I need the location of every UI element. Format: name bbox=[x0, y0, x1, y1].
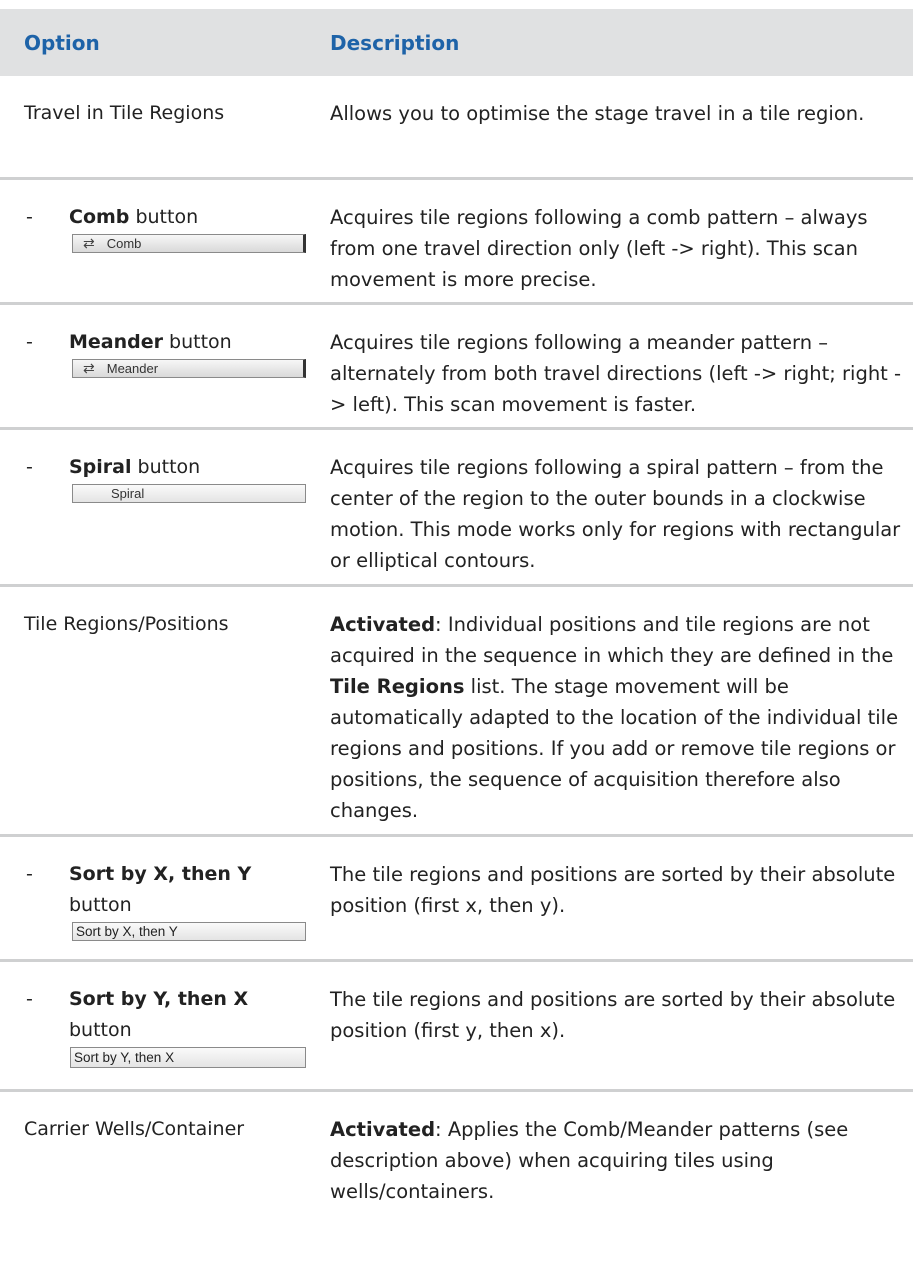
option-label: Comb bbox=[69, 206, 130, 228]
list-dash: - bbox=[26, 206, 33, 228]
option-comb: - Comb button bbox=[26, 202, 316, 233]
meander-arrows-icon: ⇄ bbox=[83, 360, 95, 376]
row-description: Acquires tile regions following a comb p… bbox=[330, 206, 868, 291]
comb-button-label: Comb bbox=[106, 236, 142, 251]
list-dash: - bbox=[26, 863, 33, 885]
row-description: Allows you to optimise the stage travel … bbox=[330, 102, 865, 125]
option-label: Sort by Y, then X bbox=[69, 988, 249, 1010]
sort-x-button-label: Sort by X, then Y bbox=[76, 924, 178, 939]
row-description: Acquires tile regions following a spiral… bbox=[330, 456, 901, 572]
table-row: - Sort by Y, then X button Sort by Y, the… bbox=[0, 962, 913, 1092]
meander-button-label: Meander bbox=[106, 361, 159, 376]
option-sort-y-then-x: - Sort by Y, then X button bbox=[26, 984, 316, 1041]
header-option: Option bbox=[24, 30, 100, 55]
option-label: Meander bbox=[69, 331, 163, 353]
option-label: Spiral bbox=[69, 456, 132, 478]
comb-button[interactable]: ⇄ Comb bbox=[72, 234, 306, 253]
desc-bold: Activated bbox=[330, 1118, 436, 1141]
header-description: Description bbox=[330, 30, 460, 55]
option-suffix: button bbox=[163, 331, 232, 353]
list-dash: - bbox=[26, 988, 33, 1010]
table-row: - Sort by X, then Y button Sort by X, the… bbox=[0, 837, 913, 962]
row-description: The tile regions and positions are sorte… bbox=[330, 988, 896, 1042]
options-table: Option Description Travel in Tile Region… bbox=[0, 9, 913, 1222]
table-row: Travel in Tile Regions Allows you to opt… bbox=[0, 76, 913, 180]
row-description: Activated: Individual positions and tile… bbox=[330, 609, 910, 826]
spiral-button[interactable]: Spiral bbox=[72, 484, 306, 503]
meander-button[interactable]: ⇄ Meander bbox=[72, 359, 306, 378]
option-travel-in-tile-regions: Travel in Tile Regions bbox=[24, 102, 225, 124]
option-label: Sort by X, then Y bbox=[69, 863, 252, 885]
row-description: Acquires tile regions following a meande… bbox=[330, 331, 902, 416]
option-meander: - Meander button bbox=[26, 327, 316, 358]
option-suffix: button bbox=[69, 894, 132, 916]
option-suffix: button bbox=[129, 206, 199, 228]
sort-x-then-y-button[interactable]: Sort by X, then Y bbox=[72, 922, 306, 941]
row-description: Activated: Applies the Comb/Meander patt… bbox=[330, 1114, 910, 1207]
list-dash: - bbox=[26, 456, 33, 478]
table-row: Tile Regions/Positions Activated: Indivi… bbox=[0, 587, 913, 837]
desc-bold: Tile Regions bbox=[330, 675, 465, 698]
desc-bold: Activated bbox=[330, 613, 436, 636]
table-row: - Spiral button Spiral Acquires tile reg… bbox=[0, 430, 913, 587]
option-suffix: button bbox=[131, 456, 201, 478]
table-row: - Meander button ⇄ Meander Acquires tile… bbox=[0, 305, 913, 430]
sort-y-button-label: Sort by Y, then X bbox=[74, 1050, 175, 1065]
table-header: Option Description bbox=[0, 9, 913, 76]
spiral-button-label: Spiral bbox=[111, 486, 145, 501]
option-suffix: button bbox=[69, 1019, 132, 1041]
table-row: - Comb button ⇄ Comb Acquires tile regio… bbox=[0, 180, 913, 305]
option-carrier-wells-container: Carrier Wells/Container bbox=[24, 1118, 245, 1140]
option-sort-x-then-y: - Sort by X, then Y button bbox=[26, 859, 316, 916]
comb-arrows-icon: ⇄ bbox=[83, 235, 95, 251]
sort-y-then-x-button[interactable]: Sort by Y, then X bbox=[70, 1047, 306, 1068]
option-spiral: - Spiral button bbox=[26, 452, 316, 483]
row-description: The tile regions and positions are sorte… bbox=[330, 863, 896, 917]
list-dash: - bbox=[26, 331, 33, 353]
option-tile-regions-positions: Tile Regions/Positions bbox=[24, 613, 229, 635]
table-row: Carrier Wells/Container Activated: Appli… bbox=[0, 1092, 913, 1222]
